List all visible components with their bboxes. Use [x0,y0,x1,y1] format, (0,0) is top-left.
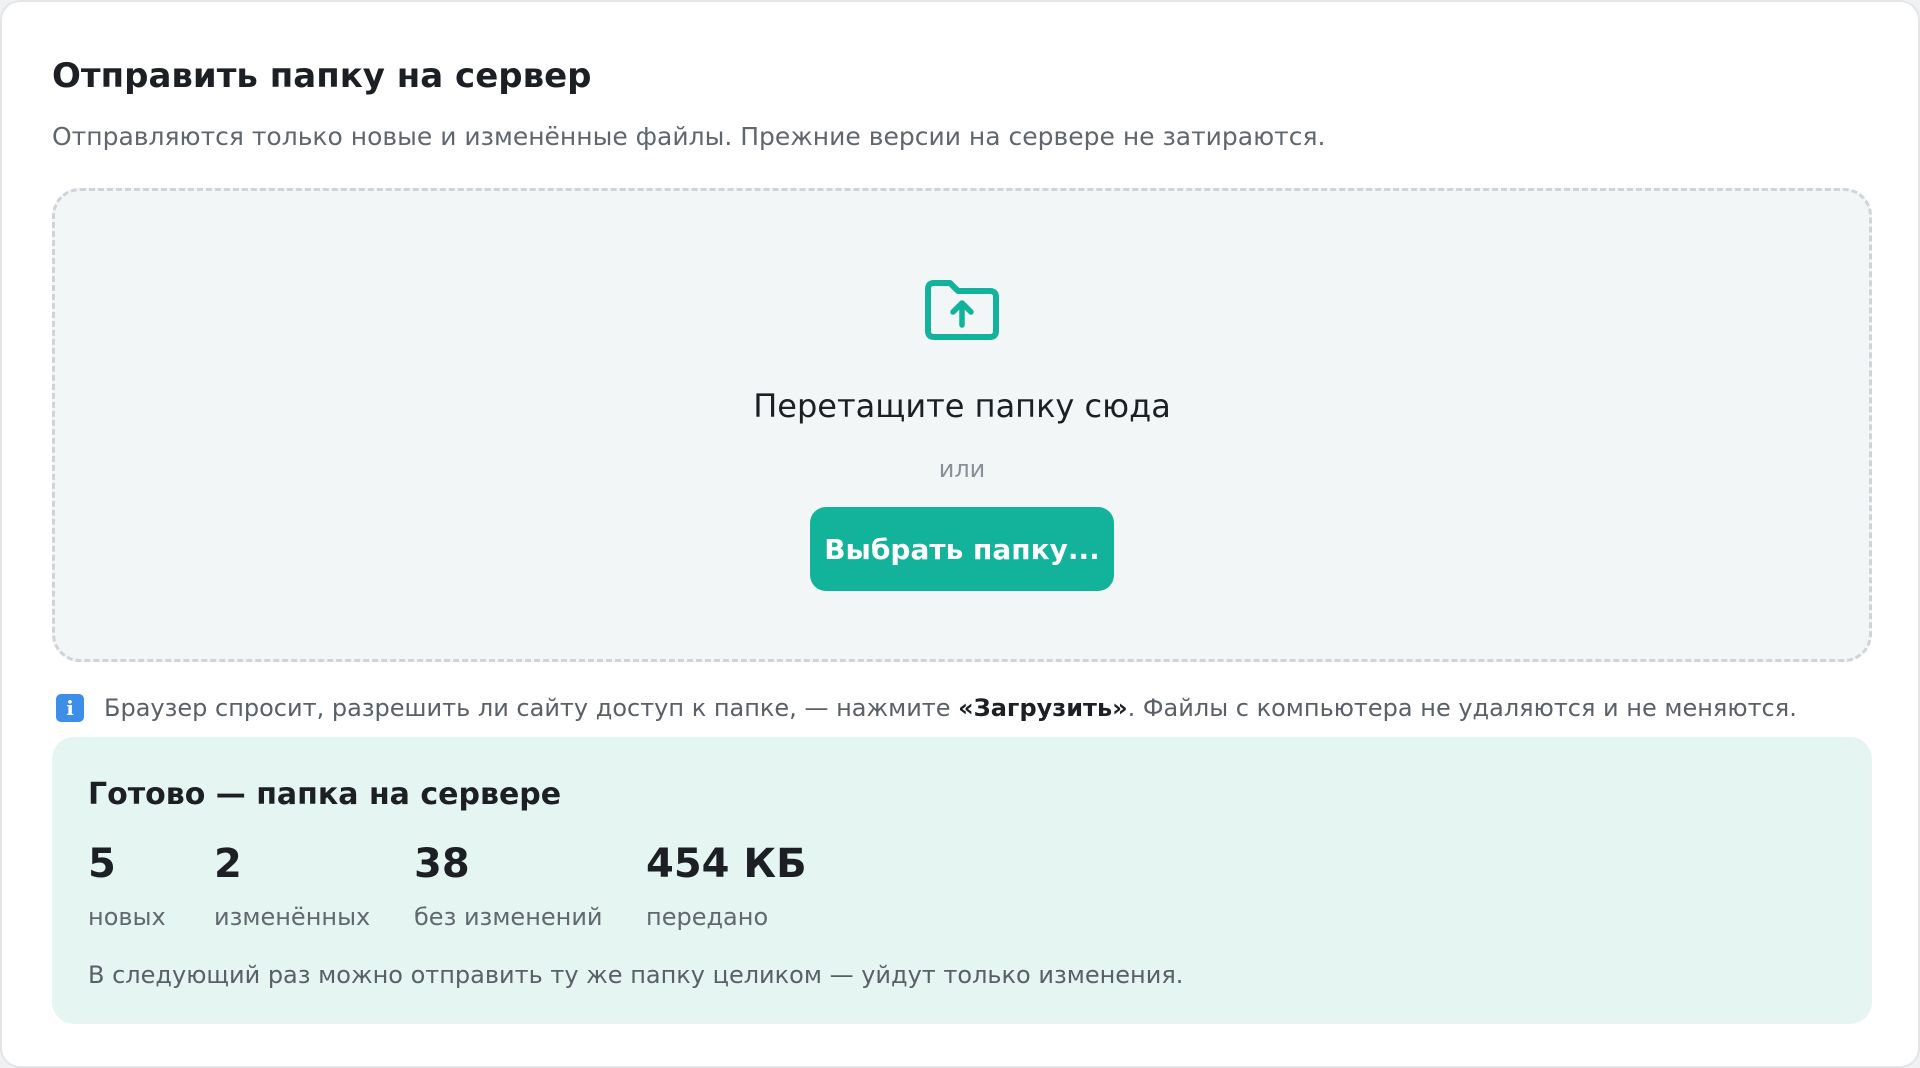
stat-new: 5 новых [88,841,166,931]
stat-label: передано [646,903,769,931]
result-title: Готово — папка на сервере [88,777,562,812]
stat-value: 38 [414,841,470,887]
stat-value: 5 [88,841,116,887]
stat-label: без изменений [414,903,603,931]
permission-hint-text: Браузер спросит, разрешить ли сайту дост… [104,694,1797,722]
page-title: Отправить папку на сервер [52,56,592,96]
stat-label: новых [88,903,166,931]
dropzone-or-text: или [938,455,986,483]
folder-upload-icon [925,280,999,340]
folder-dropzone[interactable]: Перетащите папку сюда или Выбрать папку.… [52,188,1872,662]
page-subtitle: Отправляются только новые и изменённые ф… [52,122,1326,151]
permission-hint: i Браузер спросит, разрешить ли сайту до… [56,694,1797,722]
dropzone-title: Перетащите папку сюда [753,387,1171,425]
stat-changed: 2 изменённых [214,841,370,931]
upload-result-panel: Готово — папка на сервере 5 новых 2 изме… [52,737,1872,1024]
stat-label: изменённых [214,903,371,931]
hint-text-bold: «Загрузить» [958,694,1128,722]
hint-text-after: . Файлы с компьютера не удаляются и не м… [1127,694,1797,722]
upload-card: Отправить папку на сервер Отправляются т… [0,0,1920,1068]
stat-value: 2 [214,841,242,887]
stat-transferred: 454 КБ передано [646,841,807,931]
choose-folder-button[interactable]: Выбрать папку... [810,507,1114,591]
stat-value: 454 КБ [646,841,807,887]
result-note: В следующий раз можно отправить ту же па… [88,961,1184,989]
stat-unchanged: 38 без изменений [414,841,603,931]
hint-text-before: Браузер спросит, разрешить ли сайту дост… [104,694,959,722]
info-icon: i [56,694,84,722]
